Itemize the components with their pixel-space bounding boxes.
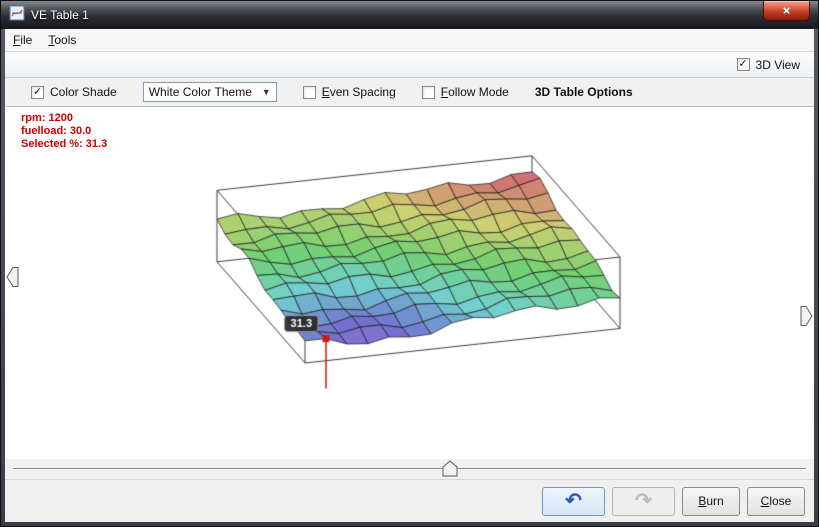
menubar: File Tools xyxy=(5,29,814,52)
readout-rpm: rpm: 1200 xyxy=(21,112,107,125)
color-shade-group[interactable]: ✓ Color Shade xyxy=(31,85,117,99)
close-button[interactable]: Close xyxy=(747,487,805,516)
window-title: VE Table 1 xyxy=(31,8,89,22)
undo-icon: ↶ xyxy=(565,491,582,511)
3d-table-options-label[interactable]: 3D Table Options xyxy=(535,85,633,99)
close-window-button[interactable]: × xyxy=(763,1,810,21)
menu-tools[interactable]: Tools xyxy=(40,30,84,50)
follow-mode-label: Follow Mode xyxy=(441,85,509,99)
plot-area: rpm: 1200 fuelload: 30.0 Selected %: 31.… xyxy=(5,107,814,459)
slider-track[interactable] xyxy=(13,468,806,470)
menu-file[interactable]: File xyxy=(5,30,40,50)
view-bar: ✓ 3D View xyxy=(5,52,814,78)
even-spacing-checkbox[interactable] xyxy=(303,86,316,99)
3d-view-checkbox[interactable]: ✓ xyxy=(737,58,750,71)
redo-icon: ↷ xyxy=(635,491,652,511)
ve-table-window: VE Table 1 × File Tools ✓ 3D View ✓ Colo… xyxy=(0,0,819,527)
right-rotate-slider-thumb[interactable] xyxy=(800,305,813,332)
undo-button[interactable]: ↶ xyxy=(542,487,605,516)
readout-fuelload: fuelload: 30.0 xyxy=(21,125,107,138)
color-shade-checkbox[interactable]: ✓ xyxy=(31,86,44,99)
titlebar[interactable]: VE Table 1 × xyxy=(1,1,818,29)
left-rotate-slider-thumb[interactable] xyxy=(6,266,19,293)
follow-mode-group[interactable]: Follow Mode xyxy=(422,85,509,99)
cell-readout: rpm: 1200 fuelload: 30.0 Selected %: 31.… xyxy=(21,112,107,151)
close-icon: × xyxy=(783,3,791,18)
window-content: File Tools ✓ 3D View ✓ Color Shade White… xyxy=(5,29,814,522)
window-icon xyxy=(9,5,25,26)
3d-view-label: 3D View xyxy=(756,58,800,72)
color-shade-label: Color Shade xyxy=(50,85,117,99)
even-spacing-group[interactable]: Even Spacing xyxy=(303,85,396,99)
color-theme-select[interactable]: White Color Theme ▼ xyxy=(143,82,277,102)
horizontal-rotate-slider[interactable] xyxy=(5,459,814,479)
color-theme-value: White Color Theme xyxy=(149,85,252,99)
surface-plot-canvas[interactable] xyxy=(5,107,814,459)
burn-button[interactable]: Burn xyxy=(682,487,740,516)
toolbar: ✓ Color Shade White Color Theme ▼ Even S… xyxy=(5,78,814,107)
follow-mode-checkbox[interactable] xyxy=(422,86,435,99)
readout-selected: Selected %: 31.3 xyxy=(21,138,107,151)
chevron-down-icon: ▼ xyxy=(262,87,271,97)
button-bar: ↶ ↷ Burn Close xyxy=(5,479,814,522)
redo-button[interactable]: ↷ xyxy=(612,487,675,516)
horizontal-slider-thumb[interactable] xyxy=(442,460,458,482)
even-spacing-label: Even Spacing xyxy=(322,85,396,99)
